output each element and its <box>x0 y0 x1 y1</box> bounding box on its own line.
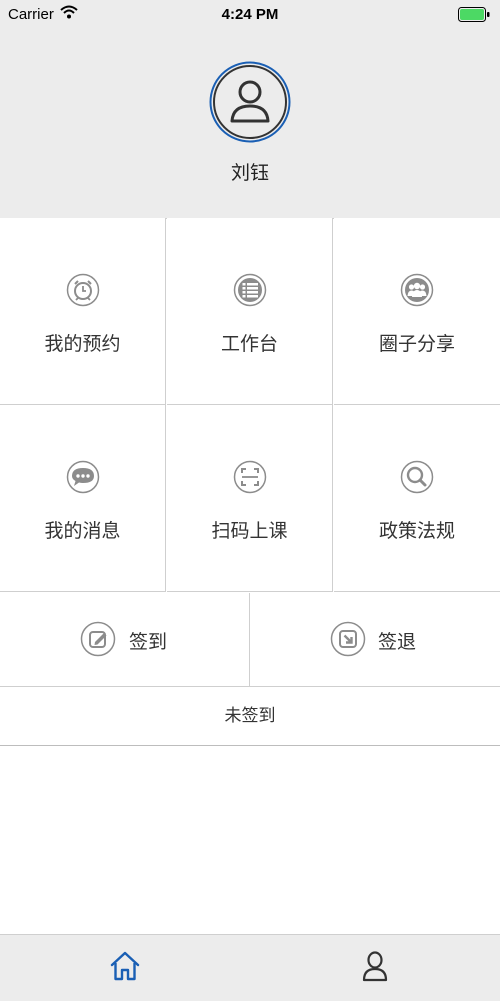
chat-bubble-icon <box>66 460 100 494</box>
alarm-clock-icon <box>66 273 100 307</box>
user-name: 刘钰 <box>230 162 269 184</box>
sign-in-label: 签到 <box>129 631 168 653</box>
sign-out-icon <box>330 621 366 657</box>
user-icon <box>362 951 388 982</box>
scan-icon <box>233 460 267 494</box>
grid-item-workbench[interactable]: 工作台 <box>167 218 333 405</box>
grid-item-label: 工作台 <box>220 333 278 355</box>
grid-item-scan-class[interactable]: 扫码上课 <box>167 405 333 592</box>
grid-item-label: 我的消息 <box>44 520 121 542</box>
grid-item-label: 政策法规 <box>378 520 455 542</box>
sign-status-text: 未签到 <box>0 687 500 746</box>
grid-item-messages[interactable]: 我的消息 <box>0 405 166 592</box>
function-grid: 我的预约 工作台 圈子分享 我的消息 扫码上课 政策法规 <box>0 218 500 592</box>
tab-home[interactable] <box>0 935 250 1001</box>
tab-bar <box>0 934 500 1001</box>
avatar[interactable] <box>209 61 291 143</box>
tab-profile[interactable] <box>250 935 500 1001</box>
grid-item-label: 圈子分享 <box>378 333 455 355</box>
profile-header: 刘钰 <box>0 30 500 219</box>
battery-icon <box>458 7 490 22</box>
edit-icon <box>80 621 116 657</box>
grid-item-policies[interactable]: 政策法规 <box>334 405 500 592</box>
sign-in-button[interactable]: 签到 <box>0 593 250 686</box>
grid-item-label: 我的预约 <box>44 333 121 355</box>
sign-out-button[interactable]: 签退 <box>250 593 500 686</box>
sign-row: 签到 签退 <box>0 593 500 687</box>
grid-item-label: 扫码上课 <box>211 520 288 542</box>
status-bar: Carrier 4:24 PM <box>0 0 500 30</box>
search-icon <box>400 460 434 494</box>
sign-out-label: 签退 <box>378 631 417 653</box>
list-icon <box>233 273 267 307</box>
status-time: 4:24 PM <box>221 6 279 23</box>
home-icon <box>110 951 140 981</box>
grid-item-appointments[interactable]: 我的预约 <box>0 218 166 405</box>
grid-item-circle-share[interactable]: 圈子分享 <box>334 218 500 405</box>
group-icon <box>400 273 434 307</box>
